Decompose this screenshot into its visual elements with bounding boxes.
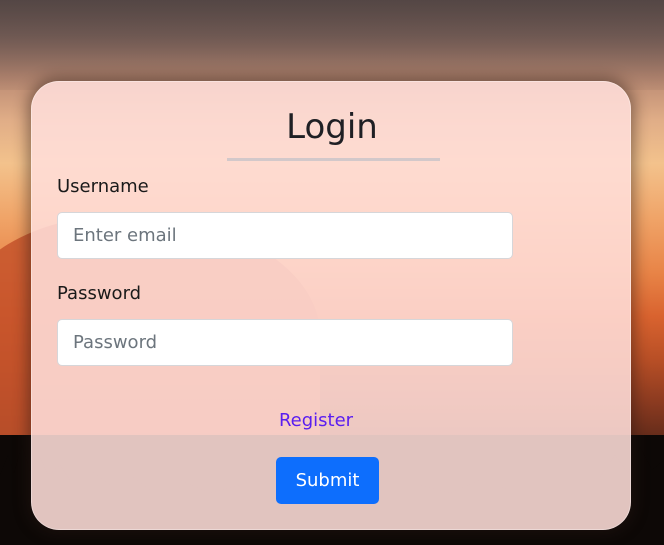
username-input[interactable] <box>57 212 513 259</box>
username-label: Username <box>57 176 149 197</box>
page-title: Login <box>286 107 378 147</box>
submit-button[interactable]: Submit <box>276 457 379 504</box>
password-label: Password <box>57 283 142 304</box>
background-sky <box>0 0 664 90</box>
register-link[interactable]: Register <box>0 408 632 434</box>
login-page: Login Username Password Register Submit <box>0 0 664 545</box>
title-divider <box>227 158 440 161</box>
password-input[interactable] <box>57 319 513 366</box>
